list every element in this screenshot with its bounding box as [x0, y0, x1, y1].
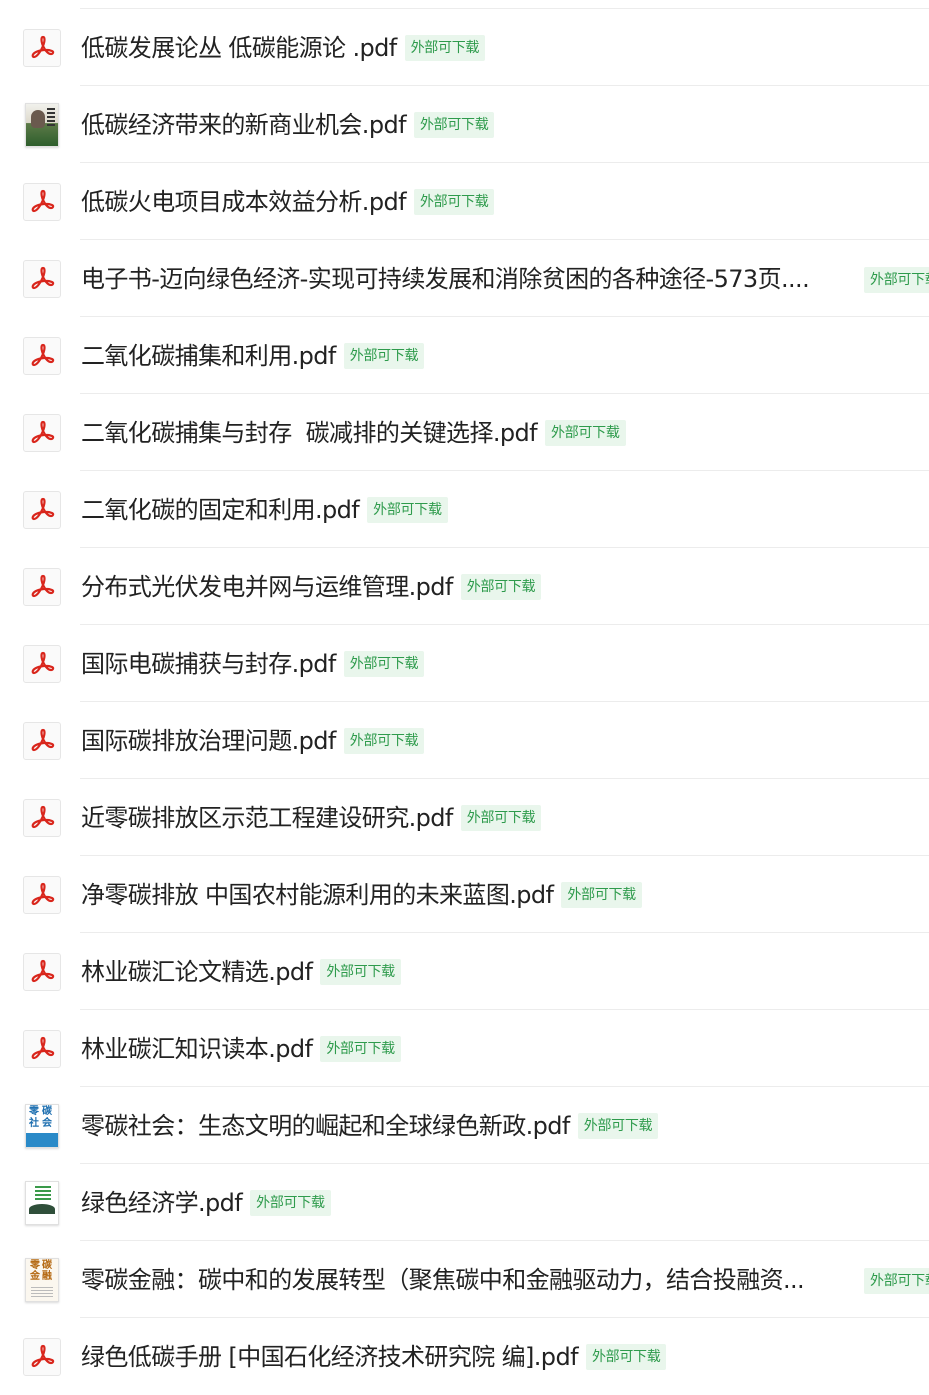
list-item[interactable]: 林业碳汇论文精选.pdf 外部可下载: [0, 933, 929, 1010]
external-download-badge[interactable]: 外部可下载: [561, 882, 642, 908]
external-download-badge[interactable]: 外部可下载: [864, 1268, 929, 1294]
file-name-text[interactable]: 二氧化碳捕集与封存 碳减排的关键选择.pdf: [81, 419, 538, 447]
file-name[interactable]: 二氧化碳捕集和利用.pdf 外部可下载: [81, 340, 425, 372]
pdf-icon: [23, 953, 61, 991]
pdf-icon: [23, 645, 61, 683]
pdf-icon: [23, 876, 61, 914]
file-name[interactable]: 分布式光伏发电并网与运维管理.pdf 外部可下载: [81, 571, 542, 603]
external-download-badge[interactable]: 外部可下载: [413, 189, 495, 215]
external-download-badge[interactable]: 外部可下载: [460, 805, 542, 831]
list-item[interactable]: 国际碳排放治理问题.pdf 外部可下载: [0, 702, 929, 779]
file-name-text[interactable]: 低碳发展论丛 低碳能源论 .pdf: [81, 34, 397, 62]
file-list: 低碳发展论丛 低碳能源论 .pdf 外部可下载 低碳经济带来的新商业机会.pdf 外…: [0, 9, 929, 1395]
file-name[interactable]: 绿色经济学.pdf 外部可下载: [81, 1187, 331, 1219]
cover-title-line: 零碳: [29, 1106, 55, 1117]
pdf-icon: [23, 799, 61, 837]
external-download-badge[interactable]: 外部可下载: [585, 1344, 667, 1370]
book-cover-thumbnail: [25, 1181, 59, 1225]
file-name[interactable]: 林业碳汇论文精选.pdf 外部可下载: [81, 956, 401, 988]
cover-title-line: 社会: [29, 1118, 55, 1129]
list-item[interactable]: 二氧化碳的固定和利用.pdf 外部可下载: [0, 471, 929, 548]
file-name-text[interactable]: 国际碳排放治理问题.pdf: [81, 727, 336, 755]
list-item[interactable]: 国际电碳捕获与封存.pdf 外部可下载: [0, 625, 929, 702]
external-download-badge[interactable]: 外部可下载: [577, 1113, 659, 1139]
list-item[interactable]: 低碳发展论丛 低碳能源论 .pdf 外部可下载: [0, 9, 929, 86]
file-name[interactable]: 国际电碳捕获与封存.pdf 外部可下载: [81, 648, 425, 680]
list-item[interactable]: 低碳火电项目成本效益分析.pdf 外部可下载: [0, 163, 929, 240]
pdf-icon: [23, 491, 61, 529]
external-download-badge[interactable]: 外部可下载: [545, 420, 626, 446]
file-name[interactable]: 低碳火电项目成本效益分析.pdf 外部可下载: [81, 186, 495, 218]
file-name-text[interactable]: 二氧化碳的固定和利用.pdf: [81, 496, 360, 524]
list-item[interactable]: 分布式光伏发电并网与运维管理.pdf 外部可下载: [0, 548, 929, 625]
file-name-text[interactable]: 净零碳排放 中国农村能源利用的未来蓝图.pdf: [81, 881, 554, 909]
file-name-text[interactable]: 林业碳汇论文精选.pdf: [81, 958, 313, 986]
file-name-text[interactable]: 低碳经济带来的新商业机会.pdf: [81, 111, 407, 139]
file-name-text[interactable]: 零碳社会：生态文明的崛起和全球绿色新政.pdf: [81, 1112, 570, 1140]
list-item[interactable]: 零碳 社会 零碳社会：生态文明的崛起和全球绿色新政.pdf 外部可下载: [0, 1087, 929, 1164]
cover-title-line: 金融: [30, 1271, 54, 1282]
file-name-text[interactable]: 近零碳排放区示范工程建设研究.pdf: [81, 804, 453, 832]
pdf-icon: [23, 29, 61, 67]
file-name[interactable]: 零碳社会：生态文明的崛起和全球绿色新政.pdf 外部可下载: [81, 1110, 659, 1142]
file-name[interactable]: 近零碳排放区示范工程建设研究.pdf 外部可下载: [81, 802, 542, 834]
external-download-badge[interactable]: 外部可下载: [320, 959, 401, 985]
file-name[interactable]: 国际碳排放治理问题.pdf 外部可下载: [81, 725, 425, 757]
file-name[interactable]: 零碳金融：碳中和的发展转型（聚焦碳中和金融驱动力，结合投融资...: [81, 1264, 804, 1296]
file-name-text[interactable]: 二氧化碳捕集和利用.pdf: [81, 342, 336, 370]
file-name-text[interactable]: 国际电碳捕获与封存.pdf: [81, 650, 336, 678]
file-name-text[interactable]: 分布式光伏发电并网与运维管理.pdf: [81, 573, 453, 601]
file-name-text[interactable]: 林业碳汇知识读本.pdf: [81, 1035, 313, 1063]
book-cover-thumbnail: 零碳 社会: [25, 1104, 59, 1148]
pdf-icon: [23, 260, 61, 298]
book-cover-thumbnail: 零碳 金融: [25, 1258, 59, 1302]
file-name[interactable]: 净零碳排放 中国农村能源利用的未来蓝图.pdf 外部可下载: [81, 879, 642, 911]
external-download-badge[interactable]: 外部可下载: [343, 651, 425, 677]
external-download-badge[interactable]: 外部可下载: [343, 728, 425, 754]
file-name-text[interactable]: 绿色经济学.pdf: [81, 1189, 243, 1217]
list-item[interactable]: 低碳经济带来的新商业机会.pdf 外部可下载: [0, 86, 929, 163]
list-item[interactable]: 零碳 金融 零碳金融：碳中和的发展转型（聚焦碳中和金融驱动力，结合投融资... 外…: [0, 1241, 929, 1318]
list-item[interactable]: 电子书-迈向绿色经济-实现可持续发展和消除贫困的各种途径-573页.... 外部…: [0, 240, 929, 317]
pdf-icon: [23, 183, 61, 221]
external-download-badge[interactable]: 外部可下载: [864, 267, 929, 293]
list-item[interactable]: 二氧化碳捕集与封存 碳减排的关键选择.pdf 外部可下载: [0, 394, 929, 471]
list-item[interactable]: 绿色低碳手册 [中国石化经济技术研究院 编].pdf 外部可下载: [0, 1318, 929, 1395]
external-download-badge[interactable]: 外部可下载: [343, 343, 425, 369]
pdf-icon: [23, 722, 61, 760]
pdf-icon: [23, 1030, 61, 1068]
pdf-icon: [23, 1338, 61, 1376]
file-name[interactable]: 二氧化碳捕集与封存 碳减排的关键选择.pdf 外部可下载: [81, 417, 626, 449]
list-item[interactable]: 净零碳排放 中国农村能源利用的未来蓝图.pdf 外部可下载: [0, 856, 929, 933]
list-item[interactable]: 近零碳排放区示范工程建设研究.pdf 外部可下载: [0, 779, 929, 856]
file-name[interactable]: 绿色低碳手册 [中国石化经济技术研究院 编].pdf 外部可下载: [81, 1341, 667, 1373]
external-download-badge[interactable]: 外部可下载: [404, 35, 486, 61]
external-download-badge[interactable]: 外部可下载: [320, 1036, 401, 1062]
list-item[interactable]: 林业碳汇知识读本.pdf 外部可下载: [0, 1010, 929, 1087]
file-name[interactable]: 电子书-迈向绿色经济-实现可持续发展和消除贫困的各种途径-573页....: [81, 263, 809, 295]
list-item[interactable]: 二氧化碳捕集和利用.pdf 外部可下载: [0, 317, 929, 394]
file-name[interactable]: 低碳经济带来的新商业机会.pdf 外部可下载: [81, 109, 495, 141]
file-name-text[interactable]: 低碳火电项目成本效益分析.pdf: [81, 188, 407, 216]
file-name[interactable]: 低碳发展论丛 低碳能源论 .pdf 外部可下载: [81, 32, 486, 64]
list-item[interactable]: 绿色经济学.pdf 外部可下载: [0, 1164, 929, 1241]
external-download-badge[interactable]: 外部可下载: [413, 112, 495, 138]
external-download-badge[interactable]: 外部可下载: [367, 497, 448, 523]
book-cover-thumbnail: [25, 103, 59, 147]
cover-title-line: 零碳: [30, 1260, 54, 1271]
file-name-text[interactable]: 绿色低碳手册 [中国石化经济技术研究院 编].pdf: [81, 1343, 579, 1371]
external-download-badge[interactable]: 外部可下载: [460, 574, 542, 600]
external-download-badge[interactable]: 外部可下载: [250, 1190, 331, 1216]
pdf-icon: [23, 337, 61, 375]
file-name[interactable]: 二氧化碳的固定和利用.pdf 外部可下载: [81, 494, 448, 526]
pdf-icon: [23, 568, 61, 606]
file-name[interactable]: 林业碳汇知识读本.pdf 外部可下载: [81, 1033, 401, 1065]
pdf-icon: [23, 414, 61, 452]
